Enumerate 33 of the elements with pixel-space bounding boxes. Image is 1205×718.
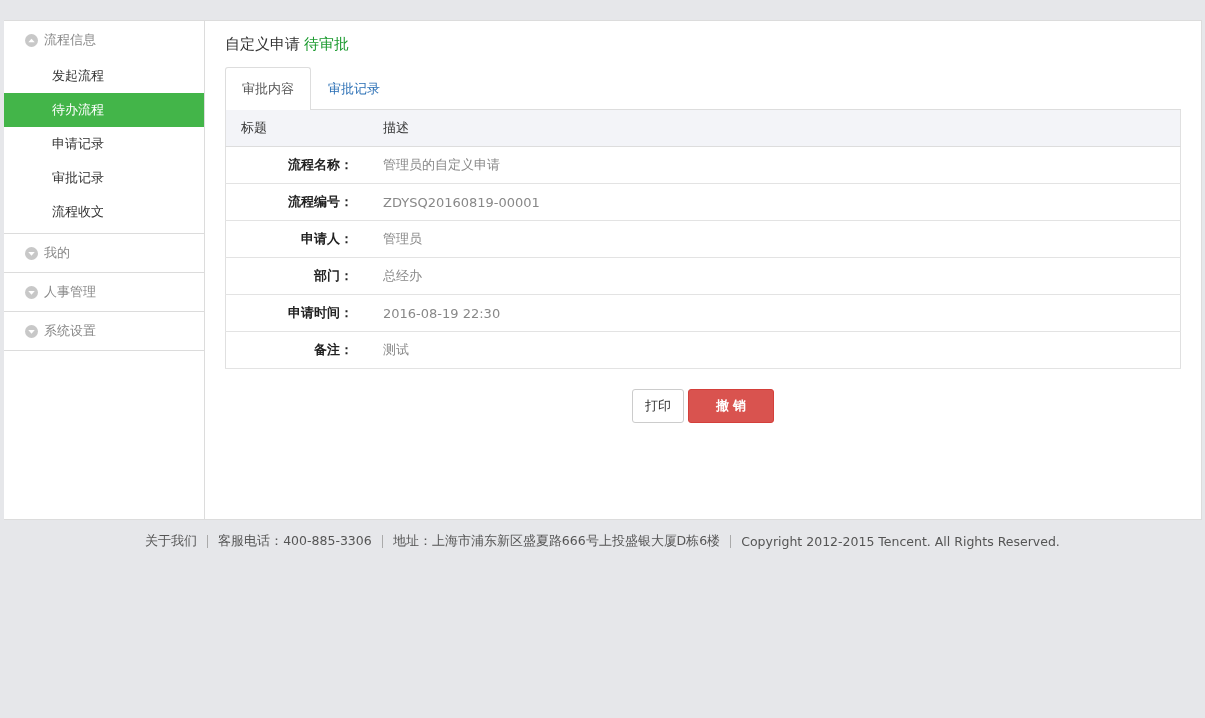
- sidebar-group-header[interactable]: 人事管理: [4, 273, 204, 311]
- sidebar-item[interactable]: 审批记录: [4, 161, 204, 195]
- field-value: ZDYSQ20160819-00001: [368, 183, 1181, 221]
- field-value: 管理员: [368, 220, 1181, 258]
- field-value: 管理员的自定义申请: [368, 146, 1181, 184]
- field-label: 流程编号：: [225, 183, 368, 221]
- field-value: 测试: [368, 331, 1181, 369]
- field-label: 申请时间：: [225, 294, 368, 332]
- sidebar-item[interactable]: 申请记录: [4, 127, 204, 161]
- tab[interactable]: 审批记录: [311, 67, 397, 109]
- collapse-icon: [25, 33, 38, 47]
- sidebar-group-header[interactable]: 我的: [4, 234, 204, 272]
- tab[interactable]: 审批内容: [225, 67, 311, 110]
- print-button[interactable]: 打印: [632, 389, 684, 423]
- field-value: 2016-08-19 22:30: [368, 294, 1181, 332]
- cancel-button[interactable]: 撤 销: [688, 389, 774, 423]
- sidebar-item[interactable]: 发起流程: [4, 59, 204, 93]
- sidebar-group-header[interactable]: 系统设置: [4, 312, 204, 350]
- page-title: 自定义申请: [225, 35, 300, 54]
- field-label: 部门：: [225, 257, 368, 295]
- field-label: 备注：: [225, 331, 368, 369]
- field-value: 总经办: [368, 257, 1181, 295]
- sidebar-item[interactable]: 流程收文: [4, 195, 204, 229]
- footer-link[interactable]: 关于我们: [135, 532, 208, 550]
- field-label: 申请人：: [225, 220, 368, 258]
- expand-icon: [25, 324, 38, 338]
- status-label: 待审批: [304, 35, 349, 54]
- field-label: 流程名称：: [225, 146, 368, 184]
- sidebar-group-header[interactable]: 流程信息: [4, 21, 204, 59]
- column-header: 描述: [368, 110, 1181, 147]
- expand-icon: [25, 246, 38, 260]
- column-header: 标题: [225, 110, 368, 147]
- expand-icon: [25, 285, 38, 299]
